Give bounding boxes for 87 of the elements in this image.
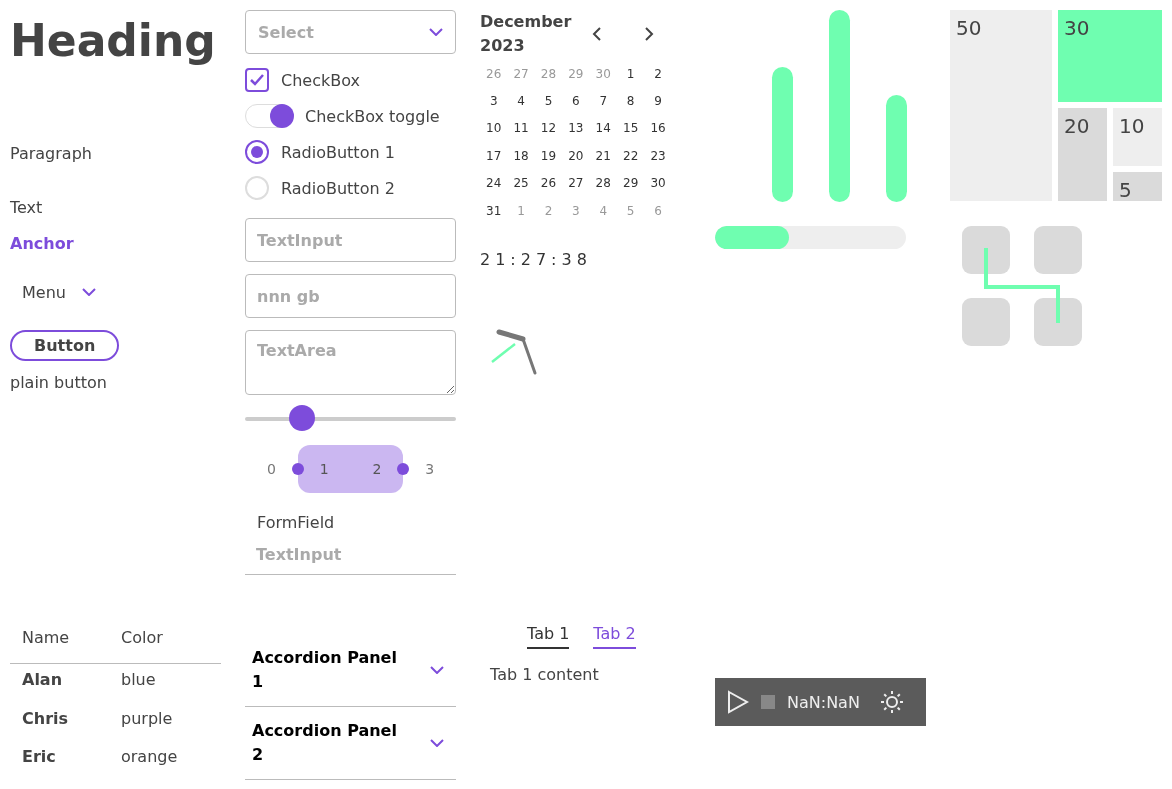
calendar-day[interactable]: 30: [644, 169, 672, 197]
calendar-day[interactable]: 21: [589, 142, 617, 170]
chevron-down-icon: [81, 288, 96, 296]
treemap-tile: 30: [1058, 10, 1162, 102]
table-cell-text: Eric: [21, 746, 57, 769]
anchor-link[interactable]: Anchor: [10, 232, 74, 256]
range-handle[interactable]: [291, 463, 304, 475]
paragraph: Paragraph: [10, 143, 92, 165]
calendar-day[interactable]: 31: [480, 196, 508, 225]
text: Text: [10, 197, 43, 219]
tab[interactable]: Tab 2: [593, 620, 636, 649]
accordion-header[interactable]: Accordion Panel 1: [245, 634, 456, 707]
calendar-day[interactable]: 11: [507, 114, 535, 143]
calendar-day[interactable]: 24: [480, 169, 508, 197]
calendar-day[interactable]: 6: [562, 87, 590, 115]
masked-input[interactable]: nnn gb: [245, 274, 456, 318]
toggle-label: CheckBox toggle: [305, 106, 440, 126]
calendar-day[interactable]: 25: [507, 169, 535, 197]
calendar-day[interactable]: 15: [616, 114, 645, 143]
video-time: NaN:NaN: [787, 692, 860, 712]
radio-label: RadioButton 1: [281, 142, 395, 162]
calendar-day[interactable]: 20: [562, 142, 590, 170]
calendar-day[interactable]: 18: [507, 142, 535, 170]
column-header: Name: [10, 620, 109, 664]
calendar-day[interactable]: 3: [480, 87, 508, 115]
chevron-down-icon: [430, 739, 444, 747]
treemap-tile: 10: [1113, 108, 1162, 166]
text-input[interactable]: TextInput: [245, 218, 456, 262]
range-handle[interactable]: [397, 463, 410, 475]
calendar-day[interactable]: 9: [644, 87, 672, 115]
chevron-down-icon: [430, 666, 444, 674]
slider-thumb[interactable]: [288, 405, 315, 431]
range-label: 0: [266, 461, 276, 477]
play-icon[interactable]: [727, 690, 749, 714]
range-label: 2: [372, 461, 382, 477]
tab[interactable]: Tab 1: [527, 620, 570, 649]
calendar-day[interactable]: 7: [589, 87, 617, 115]
chevron-right-icon: [644, 26, 654, 42]
treemap-tile: 50: [950, 10, 1052, 201]
calendar-day[interactable]: 1: [616, 60, 645, 88]
button[interactable]: Button: [10, 330, 120, 361]
calendar-day[interactable]: 27: [562, 169, 590, 197]
treemap-tile: 5: [1113, 172, 1162, 201]
calendar-day[interactable]: 16: [644, 114, 672, 143]
range-label: 3: [425, 461, 435, 477]
plain-button[interactable]: plain button: [10, 371, 107, 395]
calendar-day[interactable]: 13: [562, 114, 590, 143]
accordion-title: Accordion Panel 2: [252, 720, 398, 766]
table-cell-text: Alan: [21, 668, 64, 691]
calendar-day[interactable]: 23: [644, 142, 672, 170]
calendar-day[interactable]: 5: [534, 87, 563, 115]
radio-button[interactable]: [245, 140, 269, 164]
table-cell-text: blue: [120, 668, 157, 691]
checkbox[interactable]: [245, 68, 269, 92]
heading: Heading: [10, 14, 216, 68]
column-header: Color: [109, 620, 221, 664]
text-area[interactable]: TextArea: [245, 330, 456, 395]
calendar-day[interactable]: 14: [589, 114, 617, 143]
tab-content: Tab 1 content: [490, 665, 599, 684]
radio-label: RadioButton 2: [281, 178, 395, 198]
calendar-day[interactable]: 12: [534, 114, 563, 143]
calendar-day[interactable]: 8: [616, 87, 645, 115]
treemap-tile: 20: [1058, 108, 1107, 201]
digital-clock: 21:27:38: [480, 250, 592, 270]
range-label: 1: [319, 461, 329, 477]
chevron-left-icon: [592, 26, 602, 42]
checkmark-icon: [250, 74, 264, 86]
sun-icon[interactable]: [879, 690, 904, 714]
calendar-day[interactable]: 17: [480, 142, 508, 170]
table-cell-text: purple: [120, 707, 174, 730]
table-cell-text: orange: [120, 746, 179, 769]
table-cell-text: Chris: [21, 707, 70, 730]
calendar-day[interactable]: 10: [480, 114, 508, 143]
calendar-day[interactable]: 22: [616, 142, 645, 170]
accordion-title: Accordion Panel 1: [252, 647, 398, 693]
chevron-down-icon: [429, 28, 443, 36]
form-field-label: FormField: [257, 512, 336, 534]
checkbox-label: CheckBox: [281, 70, 360, 90]
calendar-day[interactable]: 2: [644, 60, 672, 88]
menu-button[interactable]: Menu: [10, 276, 108, 308]
calendar-day[interactable]: 26: [534, 169, 563, 197]
accordion-header[interactable]: Accordion Panel 2: [245, 707, 456, 780]
calendar-title: December 2023: [480, 11, 573, 57]
calendar-day[interactable]: 4: [507, 87, 535, 115]
calendar-day[interactable]: 29: [616, 169, 645, 197]
calendar-day[interactable]: 19: [534, 142, 563, 170]
calendar-day[interactable]: 28: [589, 169, 617, 197]
